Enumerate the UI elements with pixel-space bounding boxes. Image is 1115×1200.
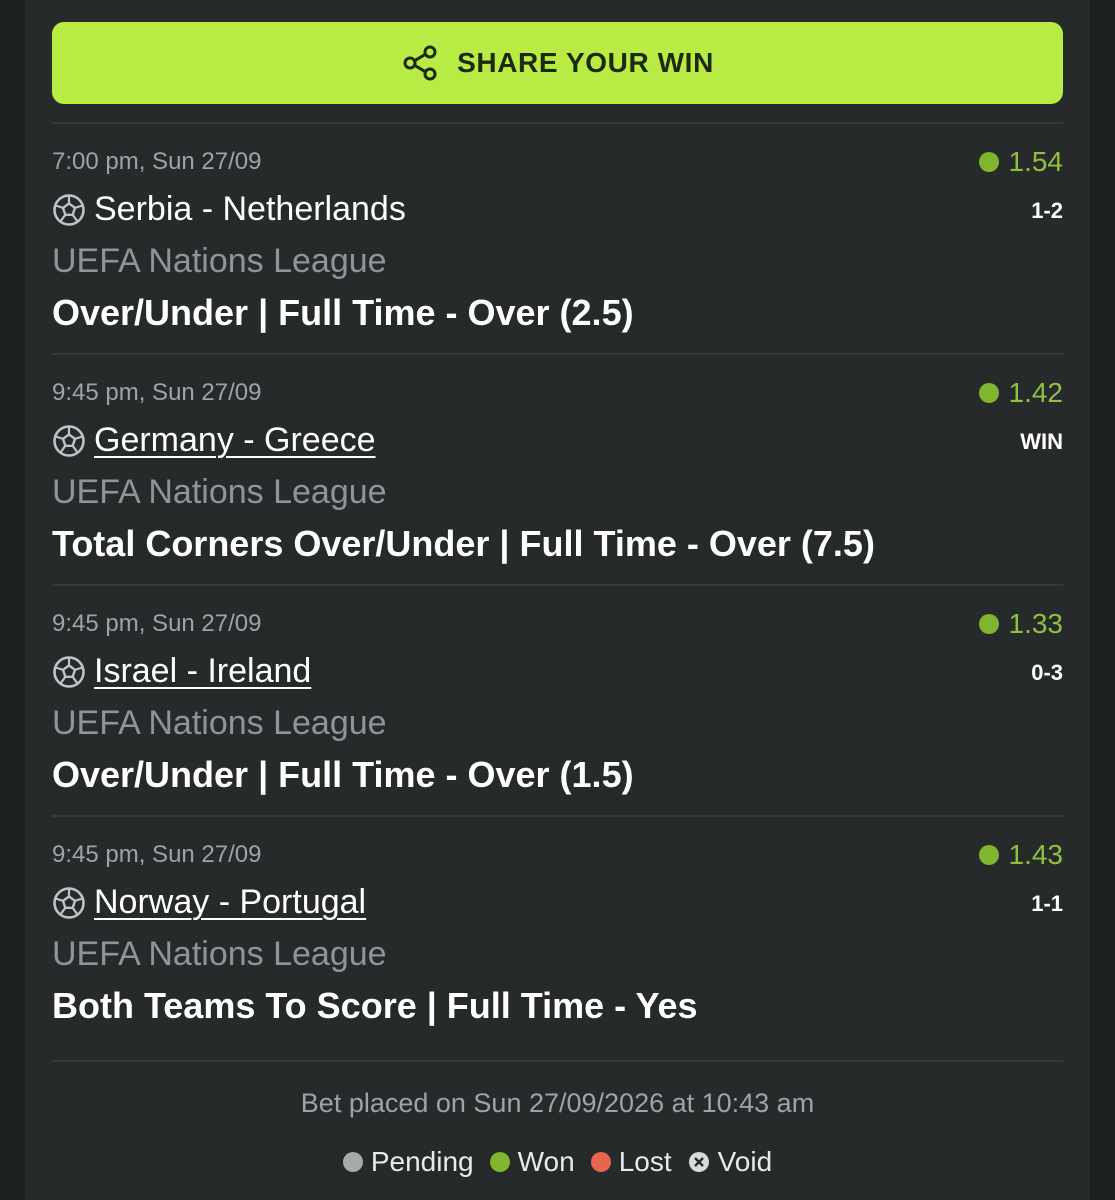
bet-slip-panel: SHARE YOUR WIN 7:00 pm, Sun 27/09 1.54 Ser…	[25, 0, 1090, 1200]
match: Serbia - Netherlands	[52, 190, 406, 229]
event-time: 9:45 pm, Sun 27/09	[52, 610, 262, 637]
odds-value: 1.43	[1008, 839, 1064, 870]
match[interactable]: Norway - Portugal	[52, 883, 366, 922]
share-your-win-button[interactable]: SHARE YOUR WIN	[52, 22, 1063, 104]
legend-won: Won	[489, 1146, 575, 1178]
bet-selection: 9:45 pm, Sun 27/09 1.33 Israel - Ireland 0-…	[52, 586, 1063, 816]
share-icon	[403, 45, 437, 81]
match-teams[interactable]: Norway - Portugal	[94, 883, 366, 922]
match-result: WIN	[1020, 429, 1063, 454]
event-time: 9:45 pm, Sun 27/09	[52, 379, 262, 406]
soccer-ball-icon	[52, 655, 86, 689]
event-time: 9:45 pm, Sun 27/09	[52, 841, 262, 868]
bet-market: Total Corners Over/Under | Full Time - O…	[52, 523, 875, 564]
match-teams: Serbia - Netherlands	[94, 190, 406, 228]
bet-market: Over/Under | Full Time - Over (1.5)	[52, 754, 634, 795]
bet-market: Over/Under | Full Time - Over (2.5)	[52, 292, 634, 333]
won-status-icon	[978, 845, 999, 865]
match[interactable]: Israel - Ireland	[52, 652, 311, 691]
won-status-icon	[978, 383, 999, 403]
lost-dot-icon	[590, 1152, 611, 1172]
event-time: 7:00 pm, Sun 27/09	[52, 148, 262, 175]
odds: 1.42	[978, 377, 1064, 409]
league-name: UEFA Nations League	[52, 935, 387, 973]
legend-label: Pending	[370, 1146, 474, 1177]
bet-placed-text: Bet placed on Sun 27/09/2026 at 10:43 am	[300, 1088, 815, 1118]
match-result: 1-1	[1031, 891, 1063, 916]
match[interactable]: Germany - Greece	[52, 421, 376, 460]
void-icon	[688, 1152, 709, 1172]
odds-value: 1.33	[1008, 608, 1064, 639]
match-result: 1-2	[1031, 198, 1063, 223]
won-status-icon	[978, 614, 999, 634]
pending-dot-icon	[342, 1152, 363, 1172]
divider	[52, 1060, 1063, 1062]
match-teams[interactable]: Israel - Ireland	[94, 652, 311, 691]
match-result: 0-3	[1031, 660, 1063, 685]
legend-label: Void	[717, 1146, 773, 1177]
legend-label: Won	[517, 1146, 575, 1177]
status-legend: Pending Won Lost Void	[25, 1146, 1090, 1178]
odds: 1.43	[978, 839, 1064, 871]
bet-selection: 9:45 pm, Sun 27/09 1.43 Norway - Portugal 1…	[52, 817, 1063, 1047]
league-name: UEFA Nations League	[52, 473, 387, 511]
bet-selection: 7:00 pm, Sun 27/09 1.54 Serbia - Netherlan…	[52, 124, 1063, 354]
bet-market: Both Teams To Score | Full Time - Yes	[52, 985, 698, 1026]
odds: 1.54	[978, 146, 1064, 178]
league-name: UEFA Nations League	[52, 242, 387, 280]
share-button-label: SHARE YOUR WIN	[457, 47, 714, 78]
legend-lost: Lost	[590, 1146, 672, 1178]
match-teams[interactable]: Germany - Greece	[94, 421, 376, 460]
soccer-ball-icon	[52, 424, 86, 458]
legend-void: Void	[688, 1146, 773, 1178]
bet-selection: 9:45 pm, Sun 27/09 1.42 Germany - Greece WI…	[52, 355, 1063, 585]
won-dot-icon	[489, 1152, 510, 1172]
odds: 1.33	[978, 608, 1064, 640]
odds-value: 1.54	[1008, 146, 1064, 177]
soccer-ball-icon	[52, 886, 86, 920]
soccer-ball-icon	[52, 193, 86, 227]
legend-pending: Pending	[342, 1146, 474, 1178]
league-name: UEFA Nations League	[52, 704, 387, 742]
odds-value: 1.42	[1008, 377, 1064, 408]
legend-label: Lost	[618, 1146, 672, 1177]
won-status-icon	[978, 152, 999, 172]
